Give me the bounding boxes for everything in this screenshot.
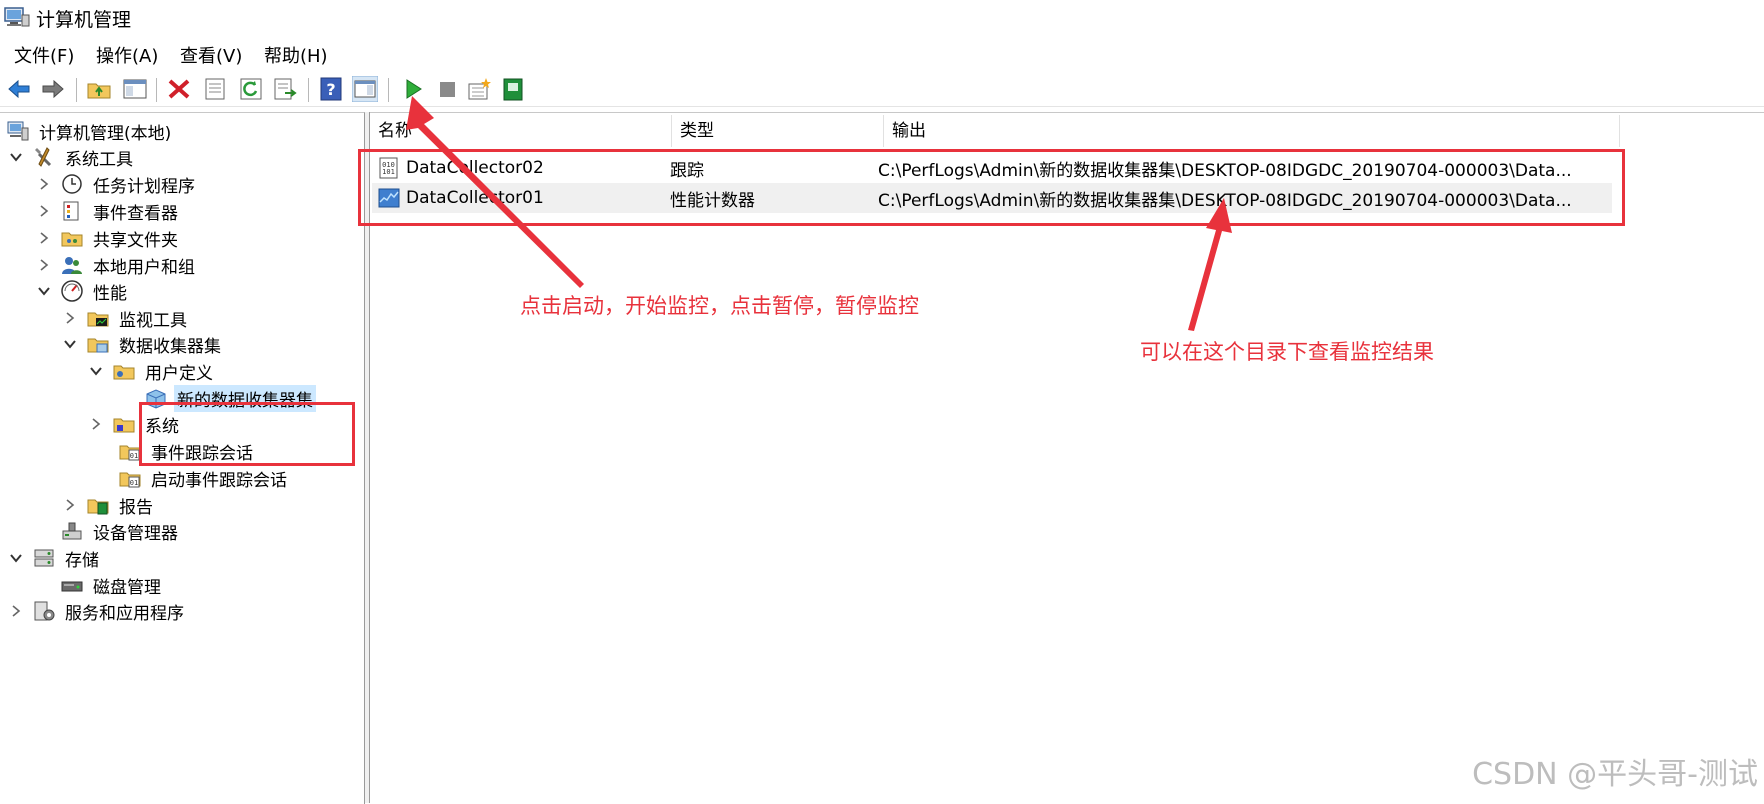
folder-monitor-icon [86, 306, 110, 330]
tree-label: 存储 [65, 550, 99, 571]
menu-view[interactable]: 查看(V) [178, 41, 244, 69]
tree-label: 系统工具 [65, 149, 133, 170]
menu-bar: 文件(F) 操作(A) 查看(V) 帮助(H) [0, 38, 1764, 68]
tree-item-data-collector-sets[interactable]: 数据收集器集 [62, 330, 224, 358]
tools-icon [32, 145, 56, 169]
window-title: 计算机管理 [36, 9, 132, 31]
tree-item-storage[interactable]: 存储 [8, 544, 102, 572]
chevron-down-icon[interactable] [8, 550, 24, 566]
event-viewer-icon [60, 199, 84, 223]
tree-item-event-viewer[interactable]: 事件查看器 [36, 197, 181, 225]
chevron-down-icon[interactable] [8, 149, 24, 165]
new-icon[interactable] [466, 76, 492, 102]
title-bar: 计算机管理 [0, 0, 1764, 34]
tree-label: 启动事件跟踪会话 [151, 470, 287, 491]
tree-label: 本地用户和组 [93, 257, 195, 278]
chevron-right-icon[interactable] [36, 257, 52, 273]
tree-label: 数据收集器集 [119, 336, 221, 357]
users-icon [60, 253, 84, 277]
chevron-down-icon[interactable] [88, 363, 104, 379]
tree-item-local-users[interactable]: 本地用户和组 [36, 251, 198, 279]
properties-icon[interactable] [202, 76, 228, 102]
svg-text:01: 01 [130, 452, 138, 460]
watermark: CSDN @平头哥-测试 [1472, 757, 1758, 792]
performance-icon [60, 279, 84, 303]
chevron-right-icon[interactable] [88, 416, 104, 432]
svg-text:01: 01 [130, 479, 138, 487]
chevron-down-icon[interactable] [36, 283, 52, 299]
folder-trace-icon: 01 [118, 466, 142, 490]
annotation-box-rows [358, 149, 1625, 226]
delete-icon[interactable] [166, 76, 192, 102]
tree-item-monitoring-tools[interactable]: 监视工具 [62, 304, 190, 332]
tree-label: 磁盘管理 [93, 577, 161, 598]
report-icon[interactable] [500, 76, 526, 102]
chevron-right-icon[interactable] [36, 176, 52, 192]
stop-icon[interactable] [434, 76, 460, 102]
clock-icon [60, 172, 84, 196]
tree-label: 事件查看器 [93, 203, 178, 224]
svg-text:?: ? [326, 80, 335, 99]
tree-item-reports[interactable]: 报告 [62, 491, 156, 519]
tree-label: 监视工具 [119, 310, 187, 331]
tree-item-root[interactable]: 计算机管理(本地) [6, 117, 174, 145]
tree-item-disk-management[interactable]: 磁盘管理 [60, 571, 164, 599]
chevron-right-icon[interactable] [8, 603, 24, 619]
export-list-icon[interactable] [272, 76, 298, 102]
tree-label: 共享文件夹 [93, 230, 178, 251]
menu-action[interactable]: 操作(A) [94, 41, 160, 69]
column-name[interactable]: 名称 [370, 115, 672, 147]
annotation-output-note: 可以在这个目录下查看监控结果 [1140, 340, 1434, 364]
tree-item-startup-trace-sessions[interactable]: 01 启动事件跟踪会话 [118, 464, 290, 492]
folder-user-icon [112, 359, 136, 383]
tree-label: 服务和应用程序 [65, 603, 184, 624]
column-output[interactable]: 输出 [884, 115, 1620, 147]
services-icon [32, 599, 56, 623]
column-type[interactable]: 类型 [672, 115, 884, 147]
action-pane-icon[interactable] [352, 76, 378, 102]
computer-management-icon [4, 6, 30, 28]
tree-item-system-tools[interactable]: 系统工具 [8, 143, 136, 171]
up-folder-icon[interactable] [86, 76, 112, 102]
tree-item-services-apps[interactable]: 服务和应用程序 [8, 597, 187, 625]
shared-folder-icon [60, 226, 84, 250]
annotation-start-note: 点击启动，开始监控，点击暂停，暂停监控 [520, 294, 919, 318]
tree-item-device-manager[interactable]: 设备管理器 [60, 517, 181, 545]
chevron-right-icon[interactable] [62, 310, 78, 326]
storage-icon [32, 546, 56, 570]
tree-label: 任务计划程序 [93, 176, 195, 197]
computer-management-icon [6, 119, 30, 143]
tree-label: 性能 [93, 283, 127, 304]
chevron-down-icon[interactable] [62, 336, 78, 352]
refresh-icon[interactable] [238, 76, 264, 102]
disk-icon [60, 573, 84, 597]
chevron-right-icon[interactable] [36, 203, 52, 219]
menu-help[interactable]: 帮助(H) [262, 41, 330, 69]
chevron-right-icon[interactable] [62, 497, 78, 513]
folder-collector-icon [86, 332, 110, 356]
back-icon[interactable] [6, 76, 32, 102]
tree-item-performance[interactable]: 性能 [36, 277, 130, 305]
menu-file[interactable]: 文件(F) [12, 41, 76, 69]
tree-item-shared-folders[interactable]: 共享文件夹 [36, 224, 181, 252]
tree-label: 计算机管理(本地) [39, 123, 172, 144]
start-icon[interactable] [400, 76, 426, 102]
folder-report-icon [86, 493, 110, 517]
show-hide-tree-icon[interactable] [122, 76, 148, 102]
chevron-right-icon[interactable] [36, 230, 52, 246]
tree-item-task-scheduler[interactable]: 任务计划程序 [36, 170, 198, 198]
list-header: 名称 类型 输出 [370, 115, 1620, 147]
annotation-box-new-set [139, 402, 355, 466]
tree-label: 用户定义 [145, 363, 213, 384]
device-manager-icon [60, 519, 84, 543]
forward-icon[interactable] [40, 76, 66, 102]
tree-label: 设备管理器 [93, 523, 178, 544]
toolbar: ? [0, 72, 1764, 107]
tree-item-user-defined[interactable]: 用户定义 [88, 357, 216, 385]
tree-label: 报告 [119, 497, 153, 518]
help-icon[interactable]: ? [318, 76, 344, 102]
folder-system-icon [112, 412, 136, 436]
